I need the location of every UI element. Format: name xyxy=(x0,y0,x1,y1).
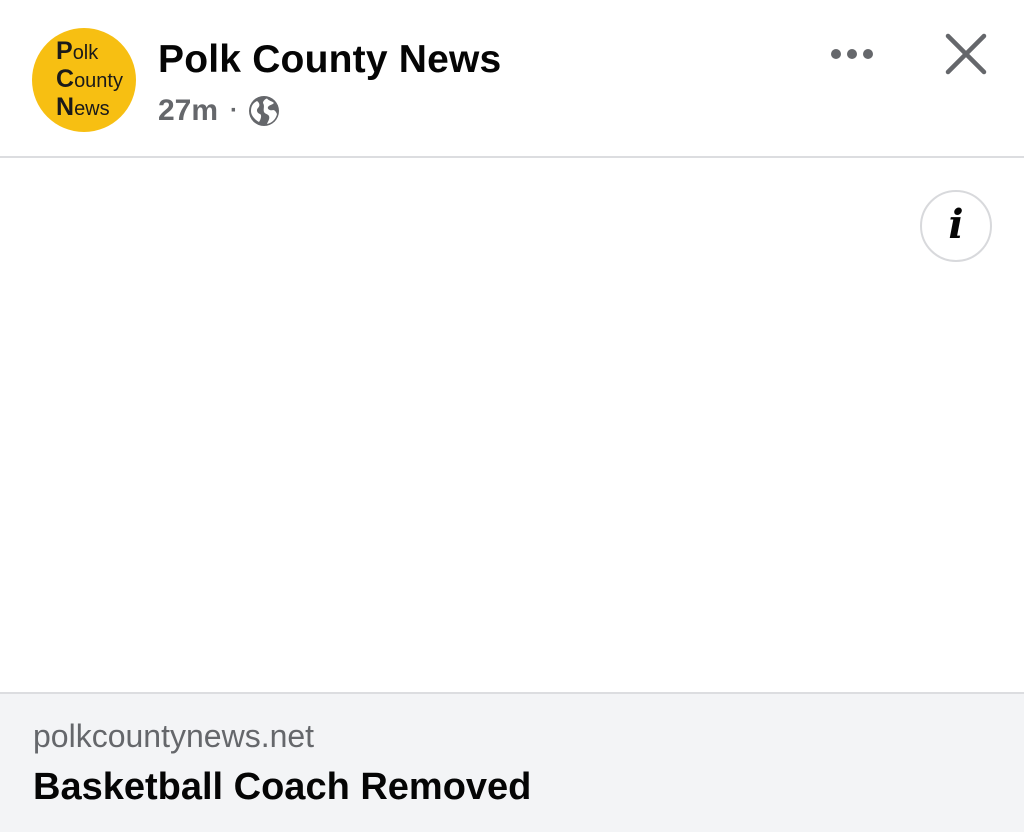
avatar-logo-line-2: County xyxy=(56,65,123,93)
meta-separator: · xyxy=(230,97,239,124)
avatar-logo-line-3: News xyxy=(56,93,110,121)
post-timestamp[interactable]: 27m xyxy=(158,94,218,128)
post-meta: 27m · xyxy=(158,93,280,129)
close-icon xyxy=(945,33,987,75)
post-view: Polk County News Polk County News 27m · xyxy=(0,0,1024,832)
link-domain: polkcountynews.net xyxy=(33,718,315,754)
post-header: Polk County News Polk County News 27m · xyxy=(0,0,1024,158)
avatar-logo-line-1: Polk xyxy=(56,37,99,65)
more-dots-icon xyxy=(831,49,873,59)
page-name[interactable]: Polk County News xyxy=(158,38,501,82)
info-button[interactable]: i xyxy=(920,190,992,262)
link-headline: Basketball Coach Removed xyxy=(33,766,532,808)
page-avatar[interactable]: Polk County News xyxy=(32,28,136,132)
info-icon: i xyxy=(948,201,964,248)
more-options-button[interactable] xyxy=(824,34,880,74)
globe-icon[interactable] xyxy=(248,95,280,127)
post-media-area[interactable]: i xyxy=(0,158,1024,692)
close-button[interactable] xyxy=(938,26,994,82)
link-preview[interactable]: polkcountynews.net Basketball Coach Remo… xyxy=(0,692,1024,832)
